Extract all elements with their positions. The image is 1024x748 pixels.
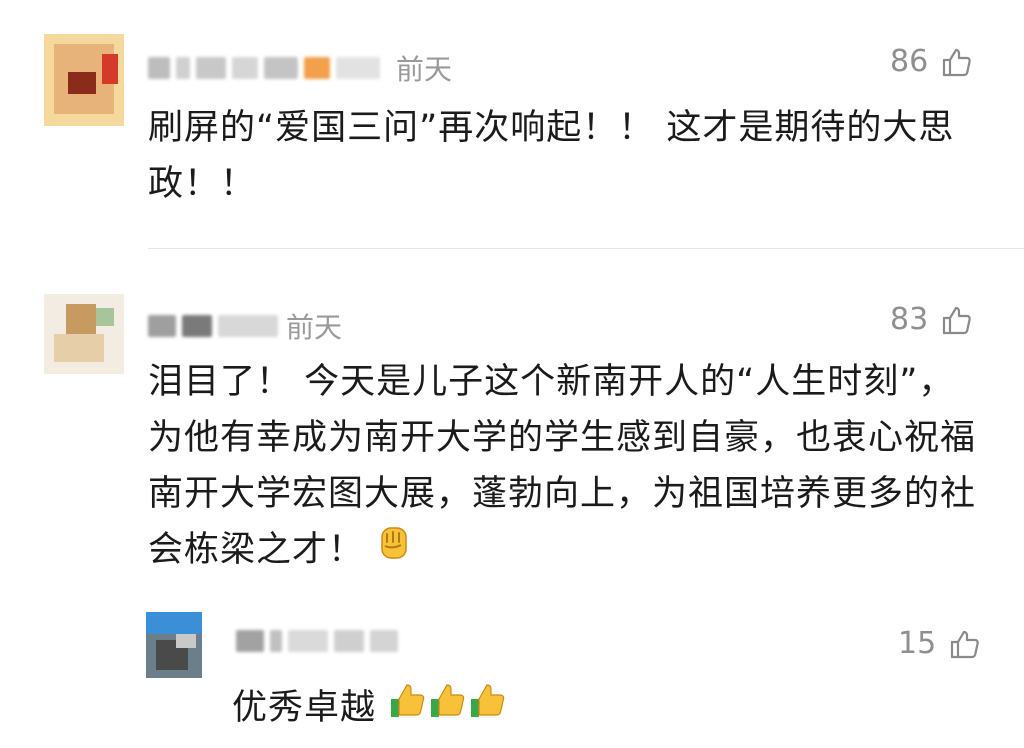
username-row[interactable]: 前天 [148,48,452,88]
avatar[interactable] [44,294,124,374]
username-row[interactable]: 前天 [148,306,342,346]
thumbs-up-icon [943,48,971,76]
avatar[interactable] [146,612,202,678]
comment-2: 前天 83 泪目了！ 今天是儿子这个新南开人的“人生时刻”，为他有幸成为南开大学… [0,280,1024,610]
like-count: 83 [890,302,929,337]
thumbs-up-icon [943,306,971,334]
comment-text: 泪目了！ 今天是儿子这个新南开人的“人生时刻”，为他有幸成为南开大学的学生感到自… [148,354,978,579]
like-button[interactable]: 83 [890,302,972,337]
thumbs-up-icon [951,630,979,658]
like-count: 86 [890,44,929,79]
comment-1: 前天 86 刷屏的“爱国三问”再次响起！！ 这才是期待的大思政！！ [0,0,1024,250]
like-button[interactable]: 86 [890,44,972,79]
comment-text-body: 泪目了！ 今天是儿子这个新南开人的“人生时刻”，为他有幸成为南开大学的学生感到自… [148,362,977,570]
raised-fist-icon [376,523,414,579]
reply-text: 优秀卓越 [232,680,992,738]
comment-text: 刷屏的“爱国三问”再次响起！！ 这才是期待的大思政！！ [148,108,955,204]
thumbs-up-icon [388,681,428,738]
reply-text-body: 优秀卓越 [232,688,377,728]
divider [148,248,1024,249]
like-button[interactable]: 15 [898,626,980,661]
reply-comment: 15 优秀卓越 [0,600,1024,748]
thumbs-up-icon [468,681,508,738]
comment-time: 前天 [286,311,343,344]
comment-time: 前天 [396,53,453,86]
avatar[interactable] [44,34,124,126]
like-count: 15 [898,626,937,661]
username-row[interactable] [236,630,404,652]
thumbs-up-icon [428,681,468,738]
